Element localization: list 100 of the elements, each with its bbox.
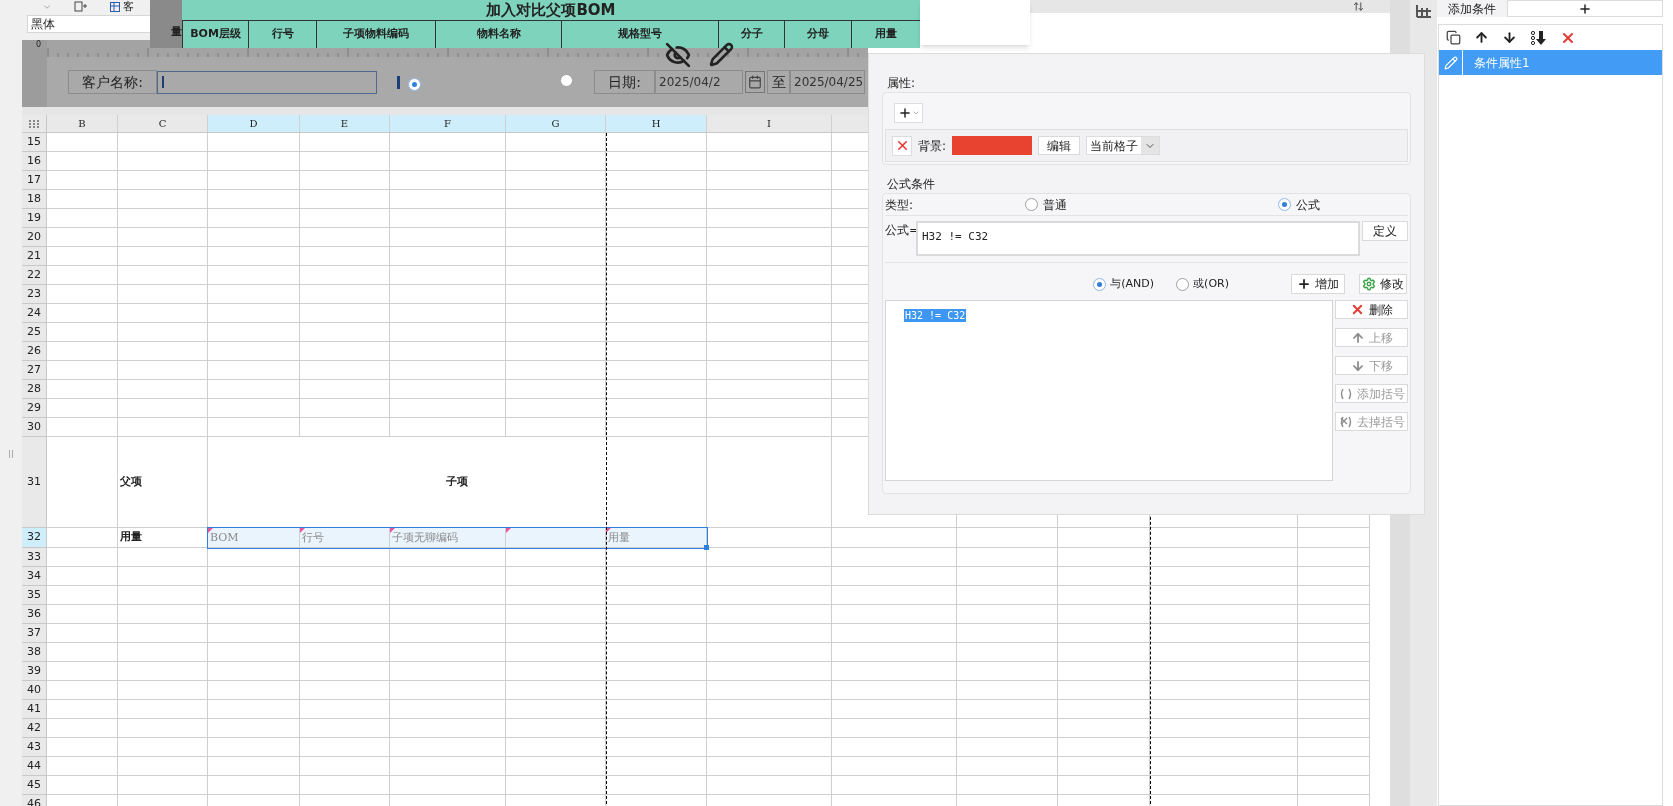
parameter-radio[interactable]: [408, 78, 421, 91]
insert-row-icon[interactable]: [74, 1, 88, 12]
table-cell: [47, 380, 118, 399]
column-header[interactable]: H: [606, 115, 707, 132]
radio-button[interactable]: [1093, 277, 1107, 291]
row-number[interactable]: 44: [22, 757, 47, 776]
copy-icon[interactable]: [1446, 30, 1461, 45]
column-header[interactable]: E: [300, 115, 390, 132]
column-header[interactable]: G: [506, 115, 606, 132]
table-icon[interactable]: [110, 1, 120, 12]
remove-attribute-button[interactable]: [892, 135, 912, 156]
fill-handle[interactable]: [704, 545, 709, 550]
row-number[interactable]: 18: [22, 190, 47, 209]
table-cell: [47, 152, 118, 171]
eye-off-icon[interactable]: [665, 42, 691, 68]
row-number[interactable]: 17: [22, 171, 47, 190]
tab[interactable]: 添加条件: [1437, 0, 1507, 17]
table-cell: [47, 548, 118, 567]
row-number[interactable]: 43: [22, 738, 47, 757]
preview-column-heading: 物料名称: [435, 21, 561, 48]
row-number[interactable]: 20: [22, 228, 47, 247]
add-condition-button[interactable]: 增加: [1291, 274, 1345, 294]
table-cell: [47, 586, 118, 605]
radio-button[interactable]: [1025, 198, 1038, 211]
move-to-bottom-icon[interactable]: [1530, 29, 1547, 46]
row-number[interactable]: 26: [22, 342, 47, 361]
row-number[interactable]: 34: [22, 567, 47, 586]
table-cell: [1298, 662, 1370, 681]
column-header[interactable]: F: [390, 115, 506, 132]
row-number[interactable]: 25: [22, 323, 47, 342]
row-number[interactable]: 41: [22, 700, 47, 719]
plus-icon: [1297, 277, 1311, 291]
sort-icon[interactable]: [1353, 1, 1364, 12]
table-cell: [47, 700, 118, 719]
row-number[interactable]: 40: [22, 681, 47, 700]
row-number[interactable]: 37: [22, 624, 47, 643]
table-cell: [47, 399, 118, 418]
row-number[interactable]: 46: [22, 795, 47, 806]
scope-select[interactable]: 当前格子: [1086, 136, 1161, 155]
table-cell: [47, 418, 118, 437]
row-number[interactable]: 21: [22, 247, 47, 266]
date-to-input[interactable]: 2025/04/25: [790, 70, 865, 94]
modify-button[interactable]: 修改: [1359, 274, 1407, 294]
font-select[interactable]: 黑体: [27, 15, 152, 33]
row-number[interactable]: 22: [22, 266, 47, 285]
column-heading: 量: [171, 23, 182, 40]
caret-icon: [911, 109, 920, 117]
add-attribute-button[interactable]: [894, 103, 923, 123]
row-number[interactable]: 16: [22, 152, 47, 171]
toolbar-label: 客: [123, 1, 134, 12]
parameter-radio[interactable]: [560, 74, 573, 87]
table-cell: [1298, 567, 1370, 586]
row-number[interactable]: 29: [22, 399, 47, 418]
table-cell: [47, 228, 118, 247]
row-number[interactable]: 23: [22, 285, 47, 304]
calendar-icon[interactable]: [745, 71, 765, 93]
attribute-label: 背景:: [918, 137, 947, 155]
radio-label: 或(OR): [1193, 275, 1229, 292]
date-from-input[interactable]: 2025/04/2: [655, 70, 743, 94]
row-number[interactable]: 35: [22, 586, 47, 605]
row-number[interactable]: 19: [22, 209, 47, 228]
formula-input[interactable]: H32 != C32: [916, 221, 1360, 256]
table-cell: [1298, 757, 1370, 776]
row-number[interactable]: 36: [22, 605, 47, 624]
row-number[interactable]: 45: [22, 776, 47, 795]
edit-button[interactable]: 编辑: [1038, 136, 1081, 155]
table-settings-icon[interactable]: [1415, 4, 1432, 18]
table-cell: [47, 643, 118, 662]
delete-icon: [1350, 302, 1365, 317]
row-number[interactable]: 24: [22, 304, 47, 323]
row-number[interactable]: 39: [22, 662, 47, 681]
action-button[interactable]: 删除: [1335, 300, 1408, 319]
table-cell: [47, 342, 118, 361]
radio-label: 与(AND): [1110, 275, 1155, 292]
radio-button[interactable]: [1278, 198, 1291, 211]
table-cell: [47, 304, 118, 323]
move-up-icon[interactable]: [1474, 30, 1489, 45]
pencil-icon[interactable]: [709, 42, 734, 67]
row-number[interactable]: 27: [22, 361, 47, 380]
row-number[interactable]: 32: [22, 528, 47, 548]
splitter-handle[interactable]: [9, 450, 13, 458]
flag-mark-icon: [606, 528, 611, 533]
move-down-icon[interactable]: [1502, 30, 1517, 45]
flag-mark-icon: [300, 528, 305, 533]
table-cell[interactable]: [506, 528, 606, 548]
radio-button[interactable]: [1176, 277, 1190, 291]
column-header[interactable]: D: [208, 115, 300, 132]
table-cell: [47, 605, 118, 624]
row-number[interactable]: 30: [22, 418, 47, 437]
customer-input[interactable]: [157, 70, 377, 94]
row-number[interactable]: 42: [22, 719, 47, 738]
row-number[interactable]: 31: [22, 437, 47, 528]
color-swatch[interactable]: [952, 136, 1033, 155]
row-number[interactable]: 33: [22, 548, 47, 567]
define-button[interactable]: 定义: [1362, 221, 1408, 241]
row-number[interactable]: 28: [22, 380, 47, 399]
radio-label: 普通: [1043, 196, 1067, 214]
row-number[interactable]: 38: [22, 643, 47, 662]
row-number[interactable]: 15: [22, 133, 47, 152]
table-cell: [1298, 624, 1370, 643]
